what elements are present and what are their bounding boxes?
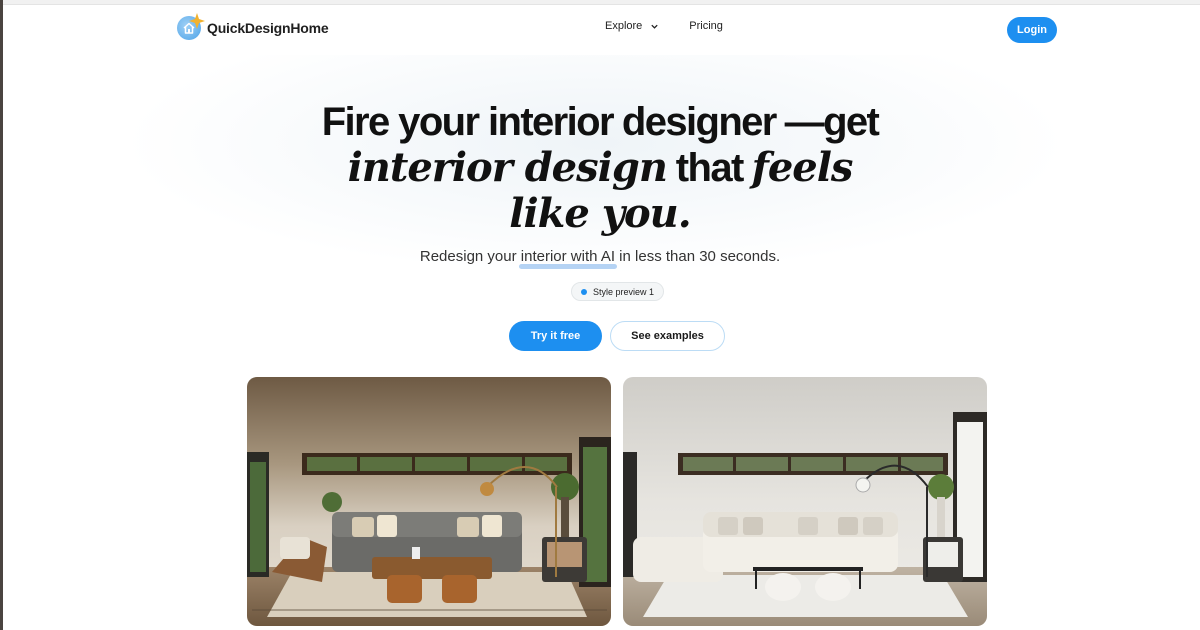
hero-headline: Fire your interior designer —get interio… <box>0 100 1200 238</box>
headline-part-1: Fire your interior <box>321 100 615 144</box>
nav-pricing-link[interactable]: Pricing <box>689 20 723 32</box>
headline-serif-phrase: interior design <box>347 144 668 191</box>
subhead-part-1: Redesign your <box>419 248 517 265</box>
brand-name: QuickDesignHome <box>207 20 329 36</box>
headline-serif-ending: like you. <box>509 190 691 237</box>
browser-top-edge <box>0 0 1200 5</box>
nav-explore-label: Explore <box>605 20 643 32</box>
brand-logo-link[interactable]: QuickDesignHome <box>177 13 329 40</box>
headline-serif-word: feels <box>751 144 854 191</box>
nav-links: Explore Pricing <box>605 20 723 32</box>
before-room-image <box>247 377 611 626</box>
nav-explore-dropdown[interactable]: Explore <box>605 20 659 32</box>
after-room-image <box>623 377 987 626</box>
chevron-down-icon <box>651 24 658 29</box>
login-button[interactable]: Login <box>1007 17 1057 43</box>
style-preview-pill[interactable]: Style preview 1 <box>571 282 665 301</box>
headline-part-2: —get <box>784 100 880 144</box>
see-examples-button[interactable]: See examples <box>610 321 725 351</box>
headline-connector: that <box>675 146 745 190</box>
headline-highlight-word: designer <box>611 100 782 144</box>
status-dot-icon <box>581 288 587 295</box>
try-it-free-button[interactable]: Try it free <box>509 321 602 351</box>
hero-subheading: Redesign your interior with AI in less t… <box>0 248 1200 269</box>
browser-left-edge <box>0 0 3 630</box>
house-icon <box>177 13 205 40</box>
style-preview-label: Style preview 1 <box>593 286 655 297</box>
subhead-part-2: in less than 30 seconds. <box>619 248 781 265</box>
top-nav: QuickDesignHome Explore Pricing Login <box>0 6 1200 54</box>
subhead-underlined-phrase: interior with AI <box>518 248 618 269</box>
sparkle-icon <box>189 13 205 29</box>
